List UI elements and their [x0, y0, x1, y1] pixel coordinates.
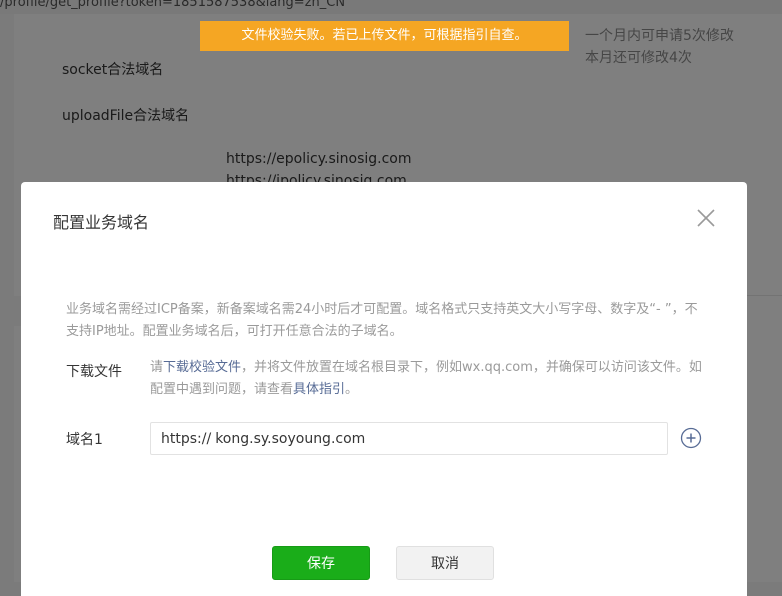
close-icon[interactable]	[695, 207, 717, 229]
domain-1-input[interactable]	[215, 430, 656, 447]
error-toast: 文件校验失败。若已上传文件，可根据指引自查。	[200, 21, 569, 51]
domain-1-label: 域名1	[66, 432, 103, 448]
https-prefix: https://	[161, 430, 212, 447]
download-prefix: 请	[150, 360, 164, 375]
download-file-label: 下载文件	[66, 364, 122, 380]
download-instructions: 请下载校验文件，并将文件放置在域名根目录下，例如wx.qq.com，并确保可以访…	[150, 357, 710, 401]
domain-1-field[interactable]: https://	[150, 422, 668, 455]
download-verify-file-link[interactable]: 下载校验文件	[163, 360, 241, 375]
download-suffix: 。	[345, 382, 359, 397]
configure-domain-dialog: 配置业务域名 业务域名需经过ICP备案，新备案域名需24小时后才可配置。域名格式…	[21, 182, 747, 596]
cancel-button[interactable]: 取消	[396, 546, 494, 580]
dialog-title: 配置业务域名	[53, 213, 150, 232]
guide-link[interactable]: 具体指引	[293, 382, 345, 397]
domain-description: 业务域名需经过ICP备案，新备案域名需24小时后才可配置。域名格式只支持英文大小…	[66, 302, 698, 339]
plus-circle-icon[interactable]	[680, 427, 702, 449]
save-button[interactable]: 保存	[272, 546, 370, 580]
